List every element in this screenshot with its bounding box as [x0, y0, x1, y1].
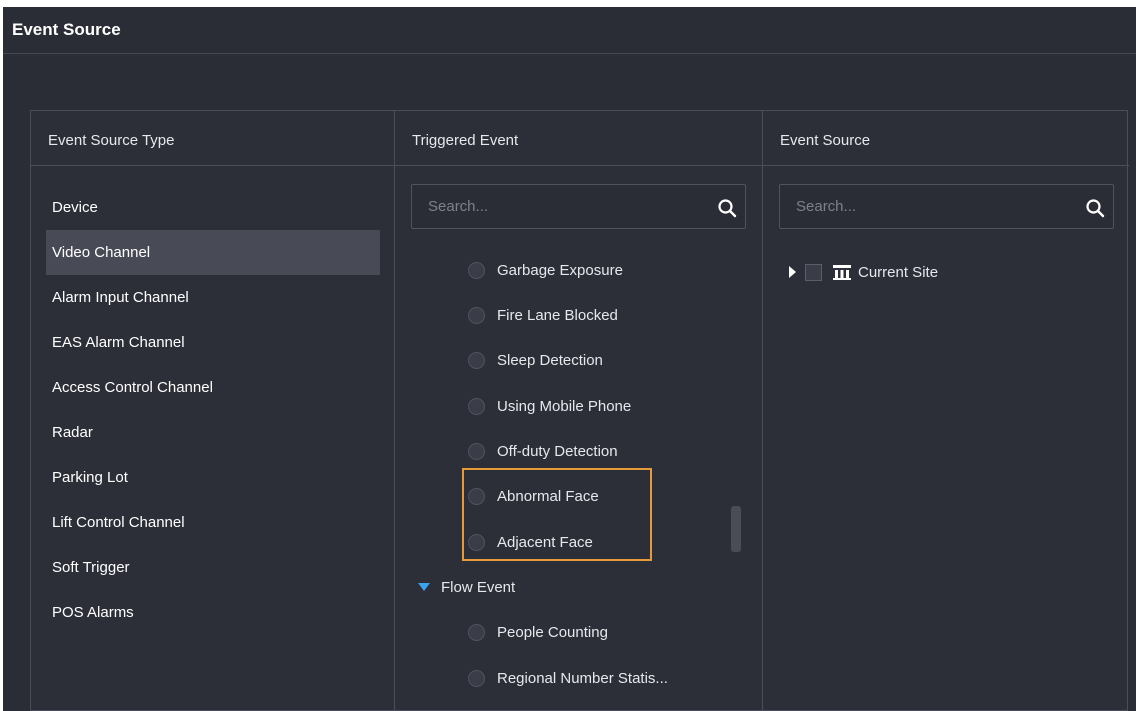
group-flow-event[interactable]: Flow Event — [418, 576, 515, 598]
event-item-fire-lane-blocked[interactable]: Fire Lane Blocked — [468, 304, 618, 326]
event-item-sleep-detection[interactable]: Sleep Detection — [468, 349, 603, 371]
tree-node-label: Current Site — [858, 263, 939, 281]
event-label: Fire Lane Blocked — [497, 306, 618, 324]
event-item-adjacent-face[interactable]: Adjacent Face — [468, 531, 593, 553]
caret-down-icon[interactable] — [418, 583, 430, 591]
triggered-event-search-input[interactable] — [412, 185, 679, 228]
triggered-event-header: Triggered Event — [395, 111, 762, 166]
event-source-panel: Event Source Type Device Video Channel A… — [30, 110, 1129, 711]
scrollbar-thumb[interactable] — [731, 506, 741, 552]
event-item-abnormal-face[interactable]: Abnormal Face — [468, 485, 599, 507]
type-item-parking-lot[interactable]: Parking Lot — [46, 455, 380, 500]
triggered-event-column: Triggered Event Garbage Exposure Fire La… — [395, 111, 763, 710]
event-label: People Counting — [497, 623, 608, 641]
type-item-access-control-channel[interactable]: Access Control Channel — [46, 365, 380, 410]
caret-right-icon[interactable] — [789, 266, 796, 278]
event-source-window: Event Source Event Source Type Device Vi… — [0, 0, 1136, 711]
event-label: Regional Number Statis... — [497, 669, 668, 687]
event-source-type-list: Device Video Channel Alarm Input Channel… — [46, 185, 380, 635]
checkbox[interactable] — [805, 263, 822, 281]
event-item-off-duty-detection[interactable]: Off-duty Detection — [468, 440, 618, 462]
event-label: Adjacent Face — [497, 533, 593, 551]
triggered-event-search — [411, 184, 746, 229]
type-item-alarm-input-channel[interactable]: Alarm Input Channel — [46, 275, 380, 320]
site-icon — [833, 265, 851, 280]
event-source-search — [779, 184, 1114, 229]
left-edge — [0, 0, 3, 711]
type-item-video-channel[interactable]: Video Channel — [46, 230, 380, 275]
type-item-radar[interactable]: Radar — [46, 410, 380, 455]
event-item-garbage-exposure[interactable]: Garbage Exposure — [468, 259, 623, 281]
type-item-device[interactable]: Device — [46, 185, 380, 230]
radio-button[interactable] — [468, 397, 485, 415]
radio-button[interactable] — [468, 623, 485, 641]
radio-button[interactable] — [468, 261, 485, 279]
event-source-header: Event Source — [763, 111, 1129, 166]
page-title: Event Source — [12, 20, 121, 39]
radio-button[interactable] — [468, 669, 485, 687]
radio-button[interactable] — [468, 487, 485, 505]
event-source-search-input[interactable] — [780, 185, 1047, 228]
search-icon[interactable] — [1085, 198, 1105, 218]
event-item-using-mobile-phone[interactable]: Using Mobile Phone — [468, 395, 631, 417]
radio-button[interactable] — [468, 442, 485, 460]
top-edge — [0, 0, 1136, 7]
type-item-eas-alarm-channel[interactable]: EAS Alarm Channel — [46, 320, 380, 365]
search-icon[interactable] — [717, 198, 737, 218]
type-item-lift-control-channel[interactable]: Lift Control Channel — [46, 500, 380, 545]
group-label: Flow Event — [441, 578, 516, 596]
radio-button[interactable] — [468, 533, 485, 551]
radio-button[interactable] — [468, 306, 485, 324]
event-source-type-column: Event Source Type Device Video Channel A… — [31, 111, 395, 710]
event-label: Using Mobile Phone — [497, 397, 632, 415]
event-label: Abnormal Face — [497, 487, 599, 505]
type-item-soft-trigger[interactable]: Soft Trigger — [46, 545, 380, 590]
event-item-regional-number-statistics[interactable]: Regional Number Statis... — [468, 667, 668, 689]
radio-button[interactable] — [468, 351, 485, 369]
event-label: Garbage Exposure — [497, 261, 623, 279]
event-item-people-counting[interactable]: People Counting — [468, 621, 608, 643]
event-label: Off-duty Detection — [497, 442, 618, 460]
event-source-column: Event Source Current Site — [763, 111, 1129, 710]
type-item-pos-alarms[interactable]: POS Alarms — [46, 590, 380, 635]
header: Event Source — [3, 7, 1136, 54]
event-source-type-header: Event Source Type — [31, 111, 394, 166]
event-label: Sleep Detection — [497, 351, 603, 369]
tree-node-current-site[interactable]: Current Site — [789, 261, 938, 283]
